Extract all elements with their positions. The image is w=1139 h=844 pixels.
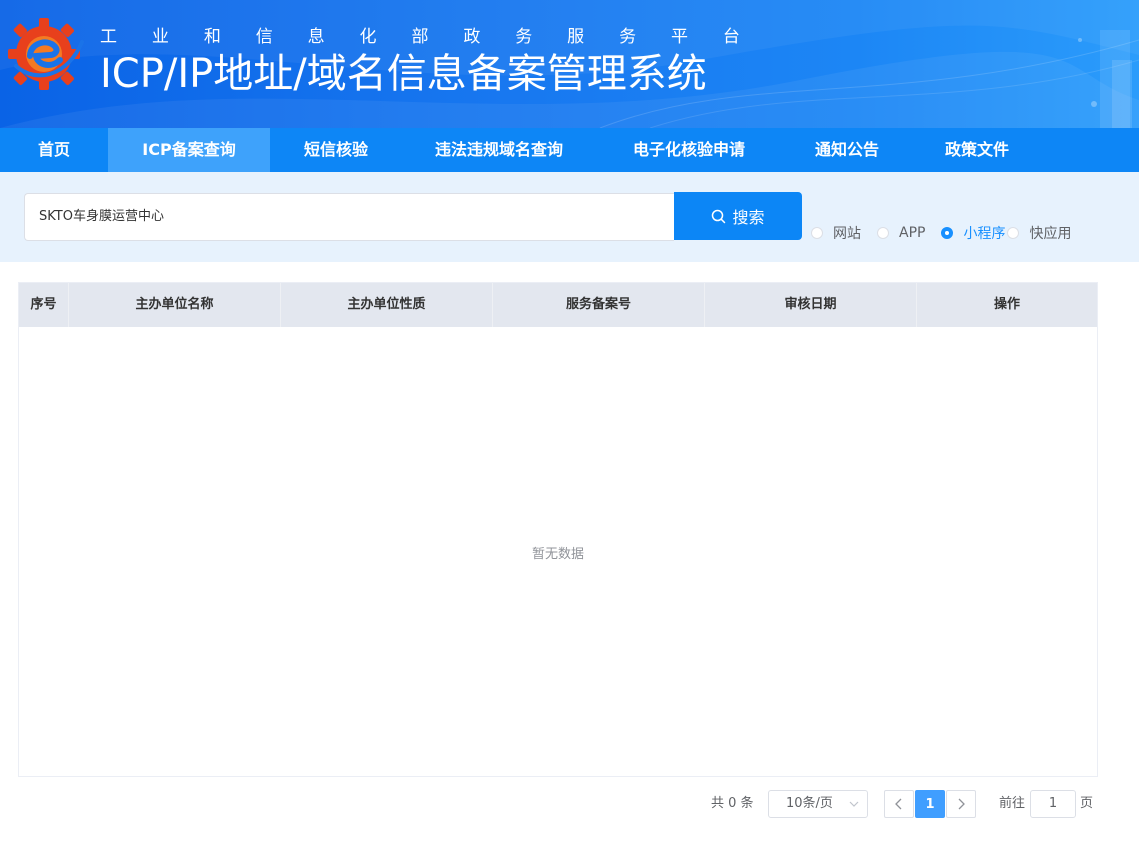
nav-item-policy-docs[interactable]: 政策文件 (912, 128, 1042, 172)
ministry-subtitle: 工 业 和 信 息 化 部 政 务 服 务 平 台 (100, 26, 740, 47)
radio-label: 网站 (833, 226, 861, 242)
nav-item-e-verify-apply[interactable]: 电子化核验申请 (596, 128, 782, 172)
radio-app[interactable]: APP (877, 225, 925, 241)
results-table: 序号 主办单位名称 主办单位性质 服务备案号 审核日期 操作 暂无数据 (18, 282, 1098, 777)
table-header: 序号 主办单位名称 主办单位性质 服务备案号 审核日期 操作 (19, 283, 1097, 327)
radio-website[interactable]: 网站 (811, 223, 861, 243)
prev-page-button[interactable] (884, 790, 914, 818)
radio-quick-app[interactable]: 快应用 (1007, 223, 1071, 243)
column-header-index: 序号 (19, 283, 69, 327)
next-page-button[interactable] (946, 790, 976, 818)
column-header-audit-date: 审核日期 (705, 283, 917, 327)
chevron-right-icon (958, 798, 965, 810)
column-header-org-type: 主办单位性质 (281, 283, 493, 327)
column-header-actions: 操作 (993, 297, 1020, 312)
chevron-down-icon (849, 801, 859, 807)
goto-label: 前往 (999, 796, 1026, 811)
nav-item-notices[interactable]: 通知公告 (782, 128, 912, 172)
search-input[interactable]: SKTO车身膜运营中心 (24, 193, 674, 241)
nav-item-icp-query[interactable]: ICP备案查询 (108, 128, 270, 172)
search-band: SKTO车身膜运营中心 搜索 网站 APP 小程序 快应用 (0, 172, 1139, 262)
site-header: 工 业 和 信 息 化 部 政 务 服 务 平 台 ICP/IP地址/域名信息备… (0, 0, 1139, 128)
main-nav: 首页 ICP备案查询 短信核验 违法违规域名查询 电子化核验申请 通知公告 政策… (0, 128, 1139, 172)
nav-item-sms-verify[interactable]: 短信核验 (270, 128, 402, 172)
radio-circle (1007, 227, 1020, 239)
page-size-value: 10条/页 (786, 796, 833, 811)
radio-mini-program[interactable]: 小程序 (941, 223, 1005, 243)
search-button[interactable]: 搜索 (674, 192, 802, 240)
radio-circle (877, 227, 889, 239)
radio-label: 小程序 (963, 226, 1006, 242)
column-header-org-name: 主办单位名称 (69, 283, 281, 327)
page-size-select[interactable]: 10条/页 (768, 790, 868, 818)
nav-item-home[interactable]: 首页 (0, 128, 108, 172)
empty-state-text: 暂无数据 (531, 547, 584, 562)
column-header-license-no: 服务备案号 (493, 283, 705, 327)
page-title: ICP/IP地址/域名信息备案管理系统 (100, 51, 707, 97)
radio-circle-checked (941, 227, 954, 239)
chevron-left-icon (895, 798, 902, 810)
pagination-total: 共 0 条 (711, 796, 754, 811)
radio-label: APP (899, 225, 926, 241)
search-button-label: 搜索 (732, 208, 765, 227)
nav-item-illegal-domain-query[interactable]: 违法违规域名查询 (402, 128, 596, 172)
goto-page-input[interactable]: 1 (1030, 790, 1076, 818)
radio-label: 快应用 (1029, 226, 1072, 242)
gear-e-logo (8, 18, 84, 90)
type-radio-group: 网站 APP 小程序 快应用 (811, 223, 1071, 243)
search-icon (712, 209, 726, 223)
page-unit-label: 页 (1080, 796, 1094, 811)
page-number-current[interactable]: 1 (915, 790, 945, 818)
radio-circle (811, 227, 823, 239)
